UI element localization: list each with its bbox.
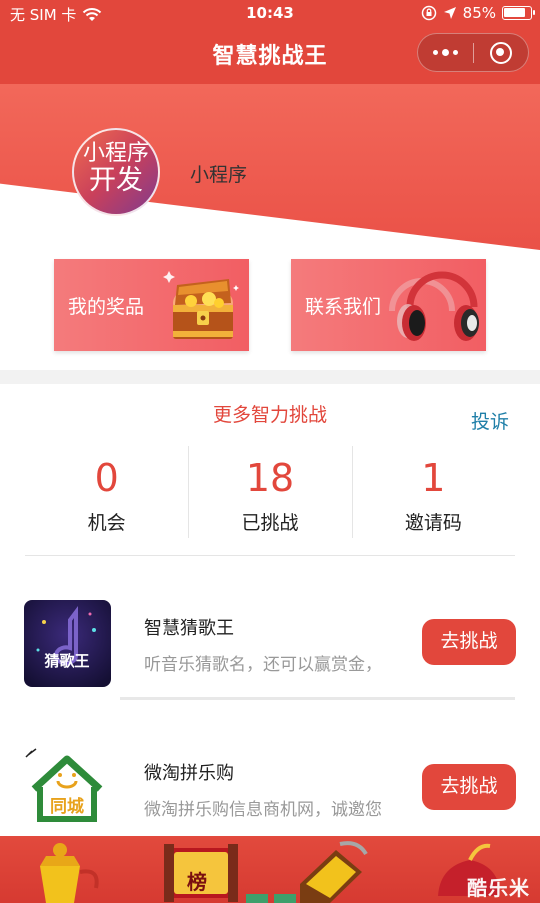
battery-icon (502, 6, 535, 20)
avatar[interactable]: 小程序 开发 (72, 128, 160, 216)
headphones-icon (389, 271, 479, 341)
game-name: 智慧猜歌王 (144, 618, 234, 639)
status-bar: 无 SIM 卡 10:43 85% (0, 0, 540, 28)
stat-invite-code[interactable]: 1 邀请码 (351, 446, 515, 538)
watermark-text: 酷乐米 (467, 876, 530, 900)
go-challenge-button[interactable]: 去挑战 (422, 764, 516, 810)
my-prizes-card[interactable]: 我的奖品 (54, 259, 249, 351)
banner-illustration (40, 841, 500, 903)
complain-link[interactable]: 投诉 (471, 407, 509, 434)
battery-fill (504, 8, 525, 17)
avatar-text-line2: 开发 (89, 165, 143, 197)
weitao-app-icon: 同城 (24, 745, 111, 832)
guess-song-app-icon: 猜歌王 (24, 600, 111, 687)
banner-plaque-text: 榜 (187, 870, 207, 894)
contact-us-label: 联系我们 (305, 296, 382, 318)
stat-label: 邀请码 (404, 512, 462, 534)
stat-value: 1 (421, 456, 446, 500)
app-icon-text: 同城 (50, 797, 84, 817)
game-description: 微淘拼乐购信息商机网，诚邀您 (144, 800, 382, 820)
game-name: 微淘拼乐购 (144, 763, 234, 784)
target-circle-icon[interactable] (473, 34, 528, 71)
stat-value: 0 (94, 456, 119, 500)
top-bar: 无 SIM 卡 10:43 85% 智慧挑战王 (0, 0, 540, 84)
stat-label: 已挑战 (241, 512, 299, 534)
list-item[interactable]: 猜歌王 智慧猜歌王 听音乐猜歌名，还可以赢赏金， 去挑战 (0, 590, 540, 710)
list-separator (120, 697, 515, 700)
app-icon-text: 猜歌王 (43, 652, 89, 670)
mini-program-capsule (417, 33, 529, 72)
my-prizes-label: 我的奖品 (68, 296, 145, 318)
section-divider (0, 370, 540, 384)
stat-value: 18 (245, 456, 295, 500)
go-challenge-button[interactable]: 去挑战 (422, 619, 516, 665)
contact-us-card[interactable]: 联系我们 (291, 259, 486, 351)
rotation-lock-icon (421, 5, 436, 21)
bottom-banner[interactable]: 榜 酷乐米 (0, 836, 540, 903)
user-nickname: 小程序 (190, 164, 248, 186)
battery-percent: 85% (462, 4, 496, 22)
more-challenges-title[interactable]: 更多智力挑战 (0, 400, 540, 427)
more-dots-icon[interactable] (418, 34, 473, 71)
stat-label: 机会 (87, 512, 126, 534)
treasure-chest-icon (163, 271, 239, 339)
stats-row: 0 机会 18 已挑战 1 邀请码 (25, 446, 515, 538)
stats-divider (25, 555, 515, 556)
stat-chances: 0 机会 (25, 446, 188, 538)
avatar-text-line1: 小程序 (82, 141, 149, 166)
game-description: 听音乐猜歌名，还可以赢赏金， (144, 655, 382, 675)
location-arrow-icon (443, 7, 456, 19)
stat-challenged: 18 已挑战 (188, 446, 351, 538)
